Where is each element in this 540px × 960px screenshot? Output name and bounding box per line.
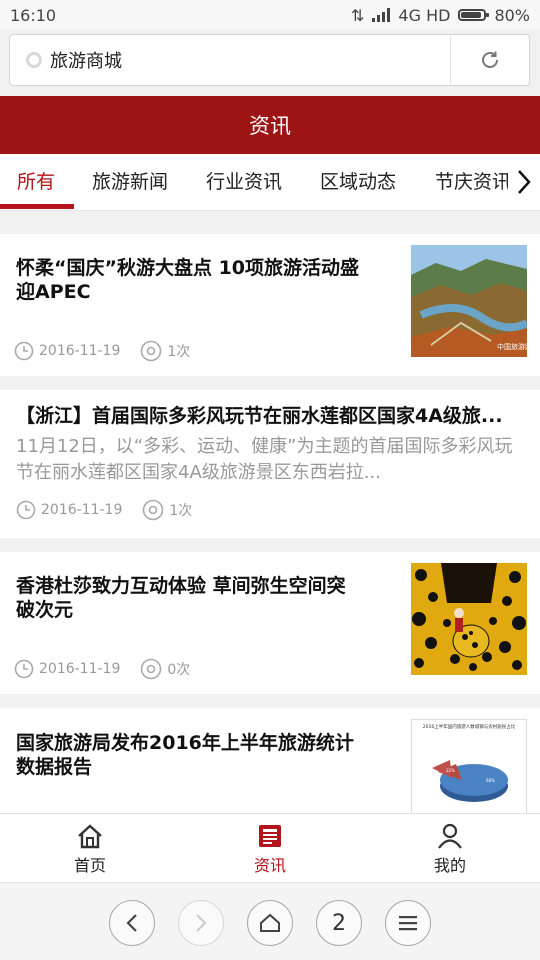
article-card[interactable]: 怀柔“国庆”秋游大盘点 10项旅游活动盛 迎APEC 2016-11-19 1次… xyxy=(0,234,540,376)
nav-profile-label: 我的 xyxy=(433,855,466,875)
status-indicators: ⇅ 4G HD 80% xyxy=(351,6,530,25)
article-meta: 2016-11-19 0次 xyxy=(14,658,190,680)
clock-icon xyxy=(16,500,36,520)
tab-festival-news[interactable]: 节庆资讯 xyxy=(435,154,511,210)
article-views: 0次 xyxy=(167,662,191,678)
tabs-button[interactable]: 2 xyxy=(316,900,362,946)
active-tab-indicator xyxy=(0,204,74,209)
menu-icon xyxy=(399,916,417,931)
nav-home-label: 首页 xyxy=(73,855,106,875)
pie-label-rural: 32% xyxy=(446,768,455,773)
article-summary: 11月12日，以“多彩、运动、健康”为主题的首届国际多彩风玩 节在丽水莲都区国家… xyxy=(16,436,513,483)
chevron-right-icon xyxy=(518,170,531,194)
user-icon xyxy=(438,823,462,849)
tab-regional-updates[interactable]: 区域动态 xyxy=(320,154,396,210)
data-transfer-icon: ⇅ xyxy=(351,5,365,25)
views-icon xyxy=(143,499,164,521)
bottom-navigation: 首页 资讯 我的 xyxy=(0,813,540,883)
article-date: 2016-11-19 xyxy=(39,343,121,359)
article-card[interactable]: 【浙江】首届国际多彩风玩节在丽水莲都区国家4A级旅... 11月12日，以“多彩… xyxy=(0,390,540,538)
article-title: 【浙江】首届国际多彩风玩节在丽水莲都区国家4A级旅... xyxy=(16,405,503,427)
address-bar[interactable]: 旅游商城 xyxy=(9,34,530,86)
tab-travel-news[interactable]: 旅游新闻 xyxy=(92,154,168,210)
views-icon xyxy=(141,658,162,680)
article-thumbnail xyxy=(411,563,527,675)
address-text[interactable]: 旅游商城 xyxy=(50,47,450,73)
tab-industry-news[interactable]: 行业资讯 xyxy=(206,154,282,210)
chevron-left-icon xyxy=(126,914,137,932)
page-title: 资讯 xyxy=(249,114,291,138)
page-header: 资讯 xyxy=(0,96,540,154)
home-icon xyxy=(78,823,102,848)
chevron-right-icon xyxy=(196,914,207,932)
tab-all[interactable]: 所有 xyxy=(17,154,55,210)
status-time: 16:10 xyxy=(10,5,57,25)
thumbnail-chart-caption: 2016上半年国内旅游人数城镇与农村居民占比 xyxy=(423,723,516,730)
article-date: 2016-11-19 xyxy=(39,661,121,677)
site-icon xyxy=(26,52,42,68)
reload-button[interactable] xyxy=(450,35,529,85)
nav-news[interactable]: 资讯 xyxy=(215,814,325,884)
nav-profile[interactable]: 我的 xyxy=(395,814,505,884)
news-icon xyxy=(259,824,281,847)
home-button[interactable] xyxy=(247,900,293,946)
article-title: 国家旅游局发布2016年上半年旅游统计 数据报告 xyxy=(16,732,354,778)
battery-icon xyxy=(458,9,490,21)
tab-count: 2 xyxy=(332,910,346,936)
signal-icon xyxy=(372,8,391,22)
pie-label-urban: 68% xyxy=(486,778,495,783)
article-thumbnail: 中国旅游网 xyxy=(411,245,527,357)
article-views: 1次 xyxy=(169,503,193,519)
menu-button[interactable] xyxy=(385,900,431,946)
nav-home[interactable]: 首页 xyxy=(35,814,145,884)
tabs-scroll-right-button[interactable] xyxy=(508,154,540,210)
home-icon xyxy=(260,913,280,932)
article-meta: 2016-11-19 1次 xyxy=(14,340,190,362)
views-icon xyxy=(141,340,162,362)
browser-toolbar: 2 xyxy=(0,883,540,960)
article-card[interactable]: 香港杜莎致力互动体验 草间弥生空间突 破次元 2016-11-19 0次 xyxy=(0,552,540,694)
article-title: 怀柔“国庆”秋游大盘点 10项旅游活动盛 迎APEC xyxy=(16,257,360,303)
article-thumbnail: 2016上半年国内旅游人数城镇与农村居民占比 32% 68% xyxy=(411,719,527,813)
category-tabs: 所有 旅游新闻 行业资讯 区域动态 节庆资讯 xyxy=(0,154,540,211)
network-label: 4G HD xyxy=(398,5,451,25)
article-views: 1次 xyxy=(167,344,191,360)
battery-level: 80% xyxy=(494,5,530,25)
reload-icon xyxy=(482,51,498,68)
article-date: 2016-11-19 xyxy=(41,502,123,518)
article-meta: 2016-11-19 1次 xyxy=(16,499,192,521)
forward-button[interactable] xyxy=(178,900,224,946)
clock-icon xyxy=(14,341,34,361)
back-button[interactable] xyxy=(109,900,155,946)
address-bar-area: 旅游商城 xyxy=(0,30,540,94)
clock-icon xyxy=(14,659,34,679)
article-card[interactable]: 国家旅游局发布2016年上半年旅游统计 数据报告 2016上半年国内旅游人数城镇… xyxy=(0,708,540,813)
status-bar: 16:10 ⇅ 4G HD 80% xyxy=(0,0,540,30)
nav-news-label: 资讯 xyxy=(253,855,286,875)
article-title: 香港杜莎致力互动体验 草间弥生空间突 破次元 xyxy=(16,575,346,621)
thumbnail-watermark: 中国旅游网 xyxy=(497,342,527,351)
